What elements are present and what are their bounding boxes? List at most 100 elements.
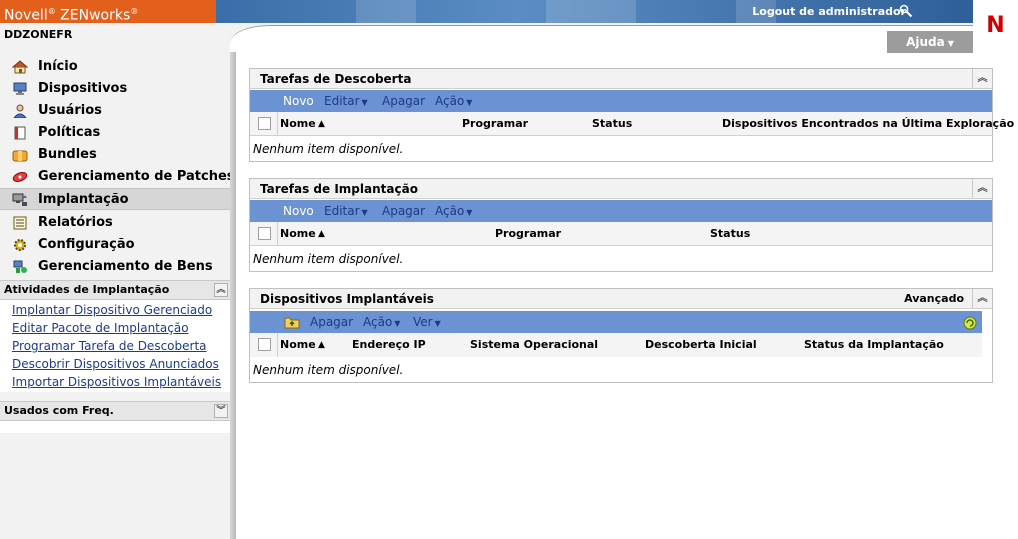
discovery-toolbar: Novo Editar ▼ Apagar Ação ▼ [250,90,992,112]
help-button[interactable]: Ajuda ▼ [887,31,973,53]
sidebar-item-implantacao[interactable]: Implantação [0,188,230,210]
column-status[interactable]: Status [710,222,750,246]
chevron-down-icon: ▼ [947,39,954,48]
select-all-checkbox[interactable] [258,117,271,130]
column-status-implantacao[interactable]: Status da Implantação [804,333,944,357]
view-label: Ver [413,315,433,329]
link-importar-dispositivos[interactable]: Importar Dispositivos Implantáveis [12,375,221,389]
sidebar-item-usuarios[interactable]: Usuários [0,100,230,122]
new-button[interactable]: Novo [283,200,314,222]
chevron-down-icon: ▼ [434,319,441,328]
action-menu[interactable]: Ação ▼ [363,311,400,335]
select-all-checkbox[interactable] [258,227,271,240]
deployable-devices-panel: Dispositivos Implantáveis Avançado ︽ Apa… [249,288,993,383]
sidebar-item-configuracao[interactable]: Configuração [0,234,230,256]
sidebar-splitter[interactable] [230,52,236,539]
column-status[interactable]: Status [592,112,632,136]
brand-name: Novell [4,7,48,24]
top-banner: Logout de administrador [216,0,973,23]
discovery-tasks-panel: Tarefas de Descoberta ︽ Novo Editar ▼ Apa… [249,68,1014,162]
sort-ascending-icon[interactable]: ▲ [318,222,325,246]
collapse-icon[interactable]: ︽ [972,289,992,308]
asset-icon [12,260,28,274]
sidebar-item-politicas[interactable]: Políticas [0,122,230,144]
collapse-icon[interactable]: ︽ [972,179,992,198]
report-icon [12,216,28,230]
link-editar-pacote[interactable]: Editar Pacote de Implantação [12,321,189,335]
column-endereco-ip[interactable]: Endereço IP [352,333,426,357]
sidebar-item-inicio[interactable]: Início [0,56,230,78]
deployment-icon [12,193,28,207]
sidebar-item-dispositivos[interactable]: Dispositivos [0,78,230,100]
link-descobrir-dispositivos[interactable]: Descobrir Dispositivos Anunciados [12,357,219,371]
frequent-header: Usados com Freq. ︾ [0,401,230,421]
sort-ascending-icon[interactable]: ▲ [318,333,325,357]
home-icon [11,60,29,74]
sidebar-item-bundles[interactable]: Bundles [0,144,230,166]
deployable-toolbar: Apagar Ação ▼ Ver ▼ [250,311,982,333]
column-programar[interactable]: Programar [495,222,561,246]
chevron-down-icon: ▼ [466,208,473,217]
deployment-activities-list: Implantar Dispositivo Gerenciado Editar … [0,300,230,392]
help-label: Ajuda [906,35,945,49]
logout-link[interactable]: Logout de administrador [752,0,906,23]
action-label: Ação [363,315,393,329]
expand-icon[interactable]: ︾ [214,404,228,418]
novell-n-logo: N [973,0,1018,52]
bundle-icon [12,148,28,162]
sidebar-item-patches[interactable]: Gerenciamento de Patches [0,166,235,188]
edit-menu[interactable]: Editar ▼ [324,200,368,224]
view-menu[interactable]: Ver ▼ [413,311,441,335]
table-header: Nome ▲ Endereço IP Sistema Operacional D… [250,333,982,357]
column-dispositivos-encontrados[interactable]: Dispositivos Encontrados na Última Explo… [722,112,1014,136]
sidebar-item-label: Relatórios [38,215,113,230]
column-descoberta-inicial[interactable]: Descoberta Inicial [645,333,757,357]
link-programar-tarefa[interactable]: Programar Tarefa de Descoberta [12,339,207,353]
action-menu[interactable]: Ação ▼ [435,200,472,224]
sidebar-item-bens[interactable]: Gerenciamento de Bens [0,256,230,278]
deployment-activities-title: Atividades de Implantação [4,283,170,296]
app-header: Novell® ZENworks® Logout de administrado… [0,0,1018,52]
panel-title: Dispositivos Implantáveis Avançado ︽ [250,289,992,309]
deployment-activities-header: Atividades de Implantação ︽ [0,280,230,300]
sidebar-item-label: Configuração [38,237,135,252]
frequent-title: Usados com Freq. [4,404,114,417]
search-icon[interactable] [899,4,913,21]
collapse-icon[interactable]: ︽ [214,283,228,297]
link-implantar-dispositivo[interactable]: Implantar Dispositivo Gerenciado [12,303,212,317]
action-label: Ação [435,204,465,218]
column-programar[interactable]: Programar [462,112,528,136]
chevron-down-icon: ▼ [466,98,473,107]
column-nome[interactable]: Nome [280,333,316,357]
sort-ascending-icon[interactable]: ▲ [318,112,325,136]
sidebar-item-label: Gerenciamento de Patches [38,169,235,184]
panel-title: Tarefas de Descoberta ︽ [250,69,992,89]
folder-up-icon[interactable] [284,315,300,332]
collapse-icon[interactable]: ︽ [972,69,992,88]
action-menu[interactable]: Ação ▼ [435,90,472,114]
column-nome[interactable]: Nome [280,222,316,246]
edit-label: Editar [324,204,360,218]
action-label: Ação [435,94,465,108]
user-icon [12,104,28,119]
column-sistema-operacional[interactable]: Sistema Operacional [470,333,598,357]
edit-menu[interactable]: Editar ▼ [324,90,368,114]
sidebar-item-relatorios[interactable]: Relatórios [0,212,230,234]
gear-icon [12,238,28,252]
new-button[interactable]: Novo [283,90,314,112]
delete-button[interactable]: Apagar [382,200,425,222]
sidebar-item-label: Usuários [38,103,102,118]
refresh-icon[interactable] [962,315,978,334]
column-nome[interactable]: Nome [280,112,316,136]
table-header: Nome ▲ Programar Status [250,222,992,246]
advanced-link[interactable]: Avançado [904,289,964,309]
empty-message: Nenhum item disponível. [253,363,404,377]
deployment-tasks-title: Tarefas de Implantação [260,182,418,196]
discovery-tasks-title: Tarefas de Descoberta [260,72,412,86]
select-all-checkbox[interactable] [258,338,271,351]
delete-button[interactable]: Apagar [310,311,353,333]
sidebar-item-label: Bundles [38,147,97,162]
zone-bar-curve [230,25,973,52]
chevron-down-icon: ▼ [361,98,368,107]
delete-button[interactable]: Apagar [382,90,425,112]
